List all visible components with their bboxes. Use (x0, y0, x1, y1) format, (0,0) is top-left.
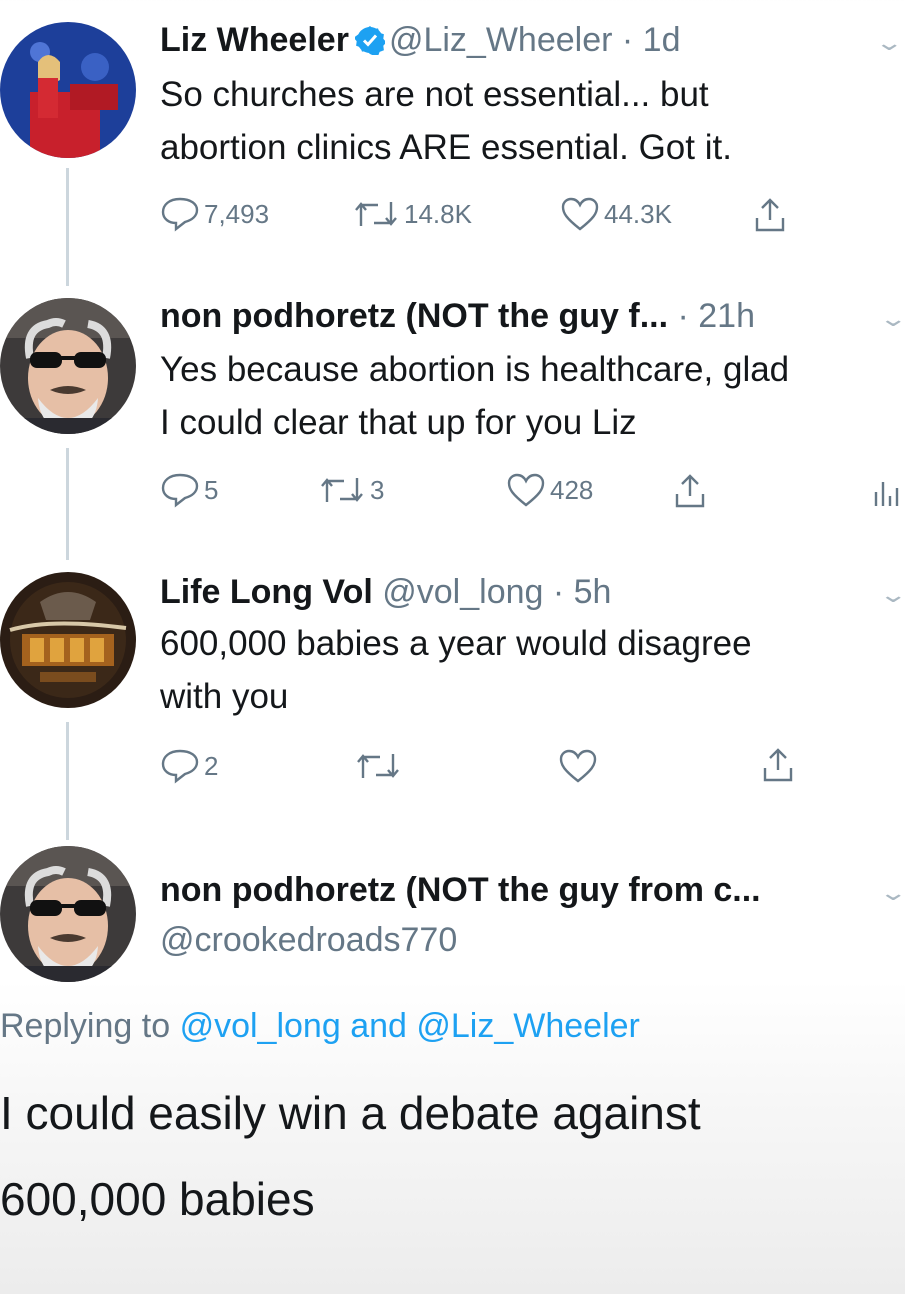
share-icon (755, 198, 785, 232)
like-button[interactable]: 44.3K (560, 196, 672, 232)
share-icon (763, 748, 793, 782)
tweet-time[interactable]: · 5h (553, 573, 612, 611)
thread-line-1 (66, 168, 69, 286)
tweet-text-line: I could easily win a debate against (0, 1087, 701, 1139)
author-name[interactable]: non podhoretz (NOT the guy from c... (160, 871, 761, 909)
avatar[interactable] (0, 572, 136, 708)
avatar[interactable] (0, 22, 136, 158)
tweet-text-line: I could clear that up for you Liz (160, 403, 637, 442)
reply-button[interactable]: 5 (160, 472, 218, 508)
like-count: 428 (550, 474, 594, 505)
share-button[interactable] (752, 196, 788, 234)
heart-icon (561, 197, 599, 231)
heart-icon (507, 473, 545, 507)
retweet-button[interactable]: 14.8K (352, 196, 472, 232)
chevron-down-icon[interactable]: ⌄ (878, 880, 905, 906)
thread-line-2 (66, 448, 69, 560)
tweet-text-line: abortion clinics ARE essential. Got it. (160, 128, 732, 167)
reply-button[interactable]: 2 (160, 748, 218, 784)
tweet-text-line: 600,000 babies a year would disagree (160, 624, 752, 663)
tweet-text: Yes because abortion is healthcare, glad… (160, 343, 789, 449)
avatar[interactable] (0, 298, 136, 434)
tweet-text: So churches are not essential... but abo… (160, 68, 732, 174)
replying-to-and: and (350, 1007, 407, 1045)
reply-count: 2 (204, 750, 219, 781)
author-handle[interactable]: @Liz_Wheeler (389, 21, 613, 59)
author-name[interactable]: Liz Wheeler (160, 21, 349, 59)
reply-icon (161, 197, 199, 232)
chevron-down-icon[interactable]: ⌄ (874, 30, 904, 56)
like-button[interactable] (558, 748, 598, 784)
tweet-time[interactable]: · 1d (622, 21, 681, 59)
retweet-icon (355, 202, 397, 226)
author-name[interactable]: non podhoretz (NOT the guy f... (160, 297, 668, 335)
analytics-icon[interactable] (872, 478, 900, 513)
replying-to-user-link[interactable]: @vol_long (180, 1007, 341, 1045)
author-name[interactable]: Life Long Vol (160, 573, 373, 611)
author-handle[interactable]: @crookedroads770 (160, 921, 457, 959)
share-button[interactable] (760, 746, 796, 784)
retweet-count: 3 (370, 474, 385, 505)
verified-badge-icon (353, 24, 387, 57)
replying-to-user-link[interactable]: @Liz_Wheeler (416, 1007, 640, 1045)
replying-to: Replying to @vol_long and @Liz_Wheeler (0, 1007, 640, 1046)
retweet-button[interactable]: 3 (318, 472, 384, 508)
main-tweet-text: I could easily win a debate against 600,… (0, 1070, 701, 1242)
tweet-text-line: 600,000 babies (0, 1173, 315, 1225)
tweet-text-line: So churches are not essential... but (160, 75, 709, 114)
author-handle[interactable]: @vol_long (382, 573, 543, 611)
thread-line-3 (66, 722, 69, 840)
share-icon (675, 474, 705, 508)
chevron-down-icon[interactable]: ⌄ (878, 582, 905, 608)
share-button[interactable] (672, 472, 708, 510)
tweet-text-line: with you (160, 677, 289, 716)
chevron-down-icon[interactable]: ⌄ (878, 306, 905, 332)
heart-icon (559, 749, 597, 783)
avatar[interactable] (0, 846, 136, 982)
reply-icon (161, 749, 199, 784)
main-author-handle-line: @crookedroads770 (160, 920, 457, 960)
tweet-time[interactable]: · 21h (678, 297, 756, 335)
like-button[interactable]: 428 (506, 472, 593, 508)
main-author-name-line: non podhoretz (NOT the guy from c... (160, 870, 761, 910)
reply-icon (161, 473, 199, 508)
tweet-text: 600,000 babies a year would disagree wit… (160, 617, 752, 723)
replying-to-label: Replying to (0, 1007, 171, 1045)
tweet-header: non podhoretz (NOT the guy f... · 21h (160, 296, 755, 336)
reply-count: 7,493 (204, 198, 270, 229)
reply-button[interactable]: 7,493 (160, 196, 269, 232)
retweet-icon (321, 478, 363, 502)
retweet-icon (357, 754, 399, 778)
like-count: 44.3K (604, 198, 672, 229)
retweet-button[interactable] (354, 748, 402, 784)
tweet-text-line: Yes because abortion is healthcare, glad (160, 350, 790, 389)
tweet-header: Liz Wheeler @Liz_Wheeler · 1d (160, 20, 680, 60)
reply-count: 5 (204, 474, 219, 505)
retweet-count: 14.8K (404, 198, 472, 229)
tweet-header: Life Long Vol @vol_long · 5h (160, 572, 611, 612)
